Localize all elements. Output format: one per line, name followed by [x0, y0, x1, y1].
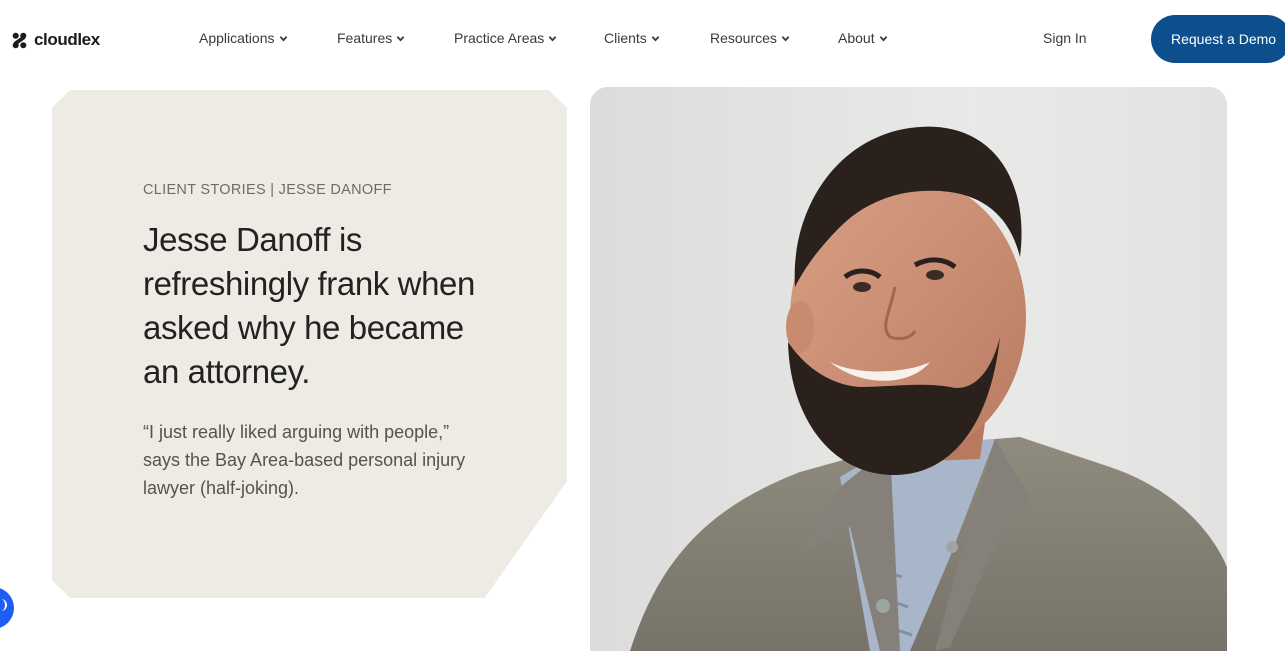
nav-item-label: About: [838, 30, 875, 46]
nav-item-about[interactable]: About: [838, 30, 888, 46]
chevron-down-icon: [396, 35, 405, 41]
cloudlex-logo-icon: [12, 32, 27, 48]
chevron-down-icon: [548, 35, 557, 41]
site-header: cloudlex Applications Features Practice …: [0, 0, 1285, 80]
chevron-down-icon: [781, 35, 790, 41]
client-portrait-photo: [590, 87, 1227, 651]
logo-text: cloudlex: [34, 30, 100, 49]
sign-in-link[interactable]: Sign In: [1043, 30, 1087, 46]
nav-item-applications[interactable]: Applications: [199, 30, 288, 46]
story-quote: “I just really liked arguing with people…: [143, 422, 466, 498]
chevron-down-icon: [879, 35, 887, 41]
portrait-illustration: [590, 87, 1227, 651]
chevron-down-icon: [279, 35, 287, 41]
nav-item-resources[interactable]: Resources: [710, 30, 790, 46]
request-demo-button[interactable]: Request a Demo: [1151, 15, 1285, 63]
cloudlex-logo[interactable]: cloudlex: [10, 29, 100, 51]
nav-item-label: Applications: [199, 30, 275, 46]
nav-item-features[interactable]: Features: [337, 30, 405, 46]
nav-item-clients[interactable]: Clients: [604, 30, 660, 46]
nav-item-label: Practice Areas: [454, 30, 545, 46]
chat-icon: [1, 599, 7, 611]
nav-item-label: Features: [337, 30, 393, 46]
story-headline: Jesse Danoff is refreshingly frank when …: [143, 221, 475, 390]
nav-item-label: Resources: [710, 30, 777, 46]
story-eyebrow: CLIENT STORIES | JESSE DANOFF: [143, 182, 392, 198]
nav-item-practice-areas[interactable]: Practice Areas: [454, 30, 557, 46]
chat-widget-button[interactable]: [0, 587, 14, 629]
nav-item-label: Clients: [604, 30, 647, 46]
chevron-down-icon: [651, 35, 660, 41]
